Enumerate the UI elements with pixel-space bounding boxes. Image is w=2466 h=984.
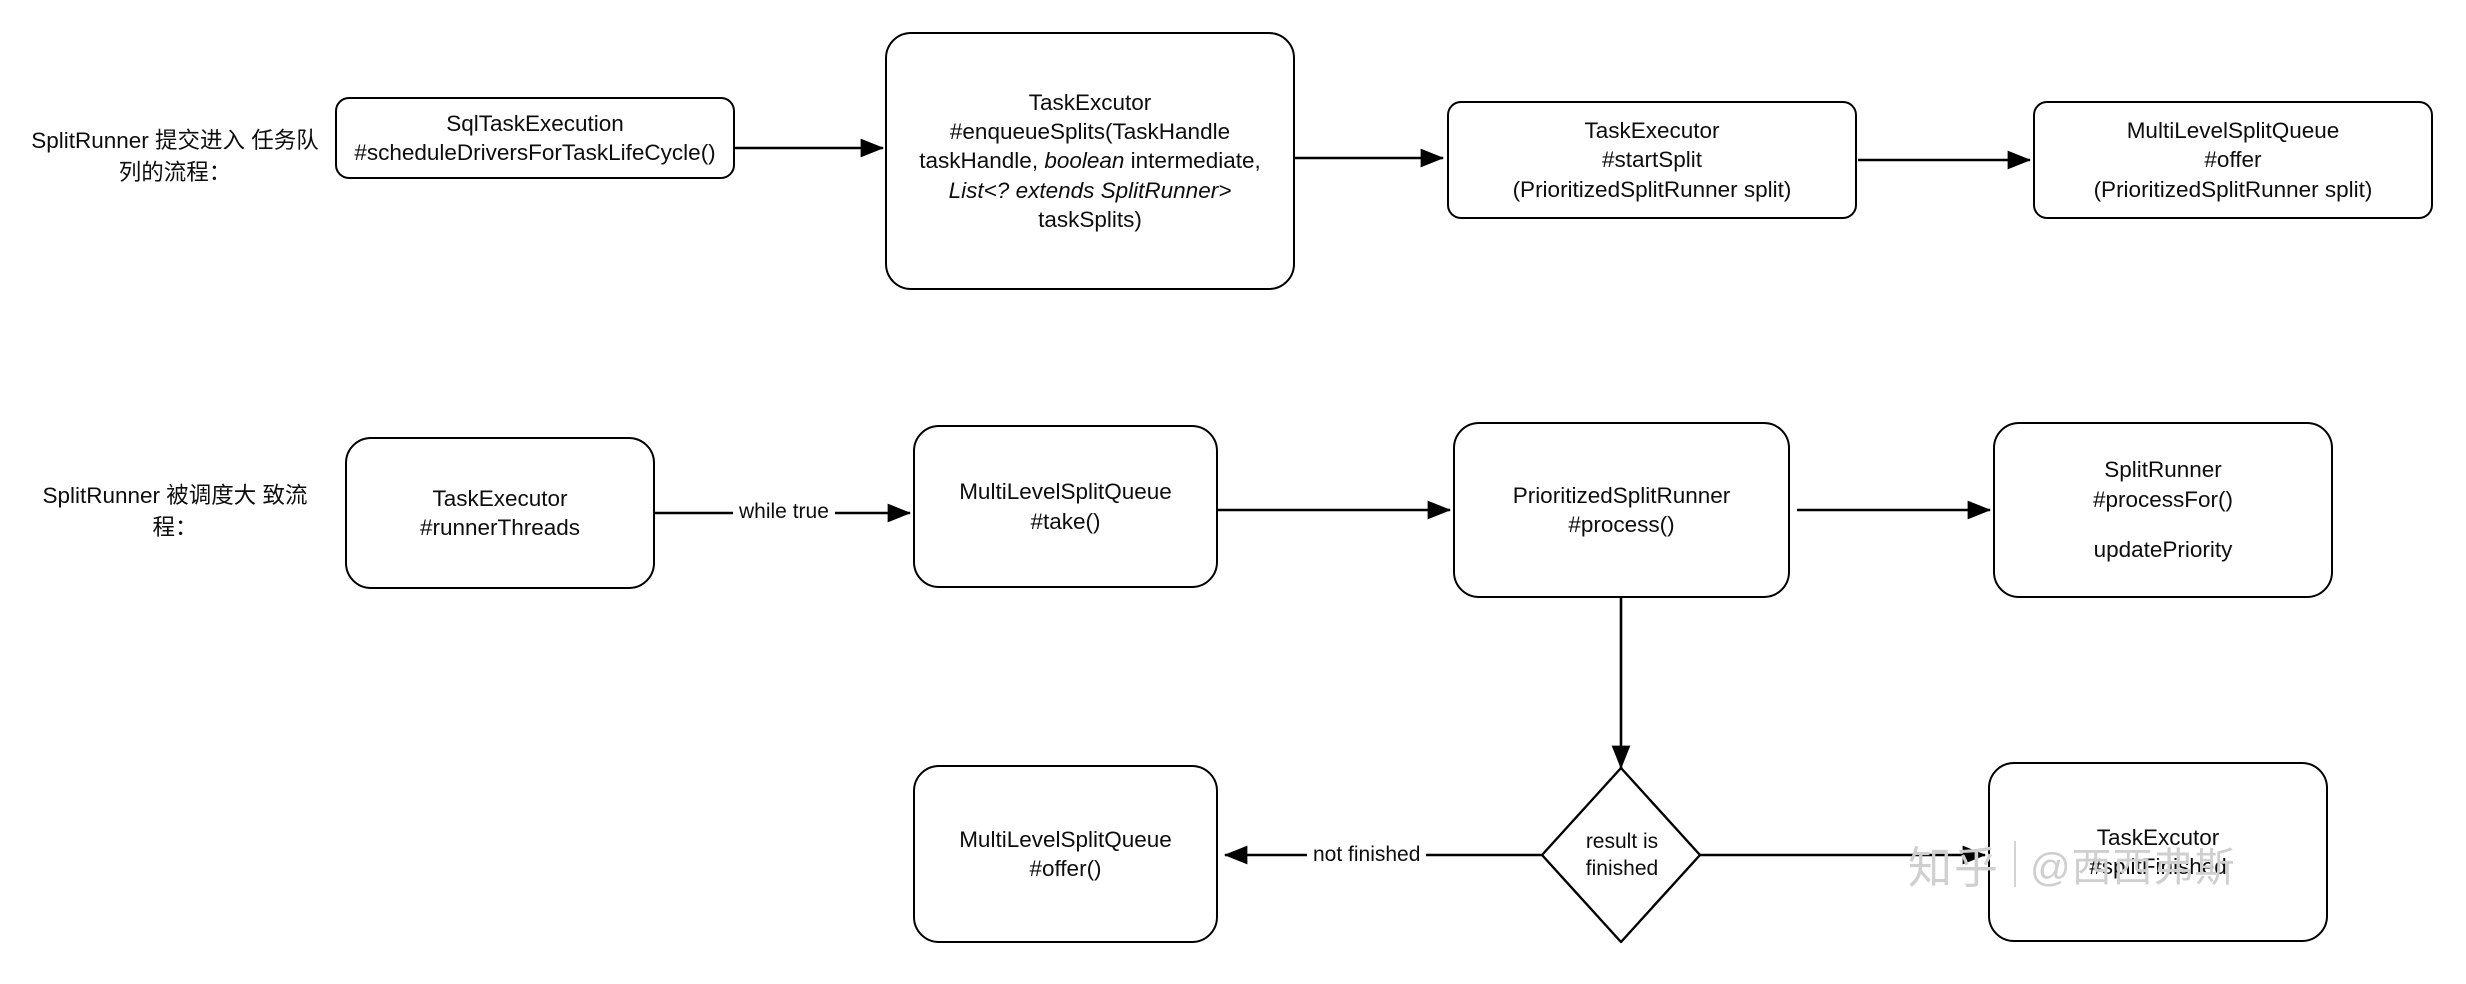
node-line: #scheduleDriversForTaskLifeCycle() (354, 140, 716, 165)
node-line: #runnerThreads (419, 515, 581, 540)
node-line: (PrioritizedSplitRunner split) (2093, 176, 2373, 202)
node-line: #process() (1568, 512, 1675, 537)
node-task-executor-runner-threads[interactable]: TaskExecutor #runnerThreads (345, 437, 655, 589)
node-line: finished (1585, 856, 1659, 880)
node-line-italic: List<? extends SplitRunner> (948, 177, 1232, 203)
node-line: MultiLevelSplitQueue (959, 479, 1172, 505)
diagram-canvas: SplitRunner 提交进入 任务队列的流程： SplitRunner 被调… (0, 0, 2466, 984)
row-label-submit-flow: SplitRunner 提交进入 任务队列的流程： (20, 125, 330, 189)
node-line: updatePriority (2093, 537, 2233, 563)
node-line: result is (1585, 830, 1659, 854)
watermark-logo: 知乎 (1908, 844, 2000, 893)
node-line: #offer() (1029, 856, 1102, 881)
node-line: #startSplit (1601, 147, 1703, 173)
node-line: MultiLevelSplitQueue (2126, 118, 2340, 144)
node-multilevel-split-queue-offer-bottom[interactable]: MultiLevelSplitQueue #offer() (913, 765, 1218, 943)
node-task-executor-enqueue-splits[interactable]: TaskExcutor #enqueueSplits(TaskHandle ta… (885, 32, 1295, 290)
row-label-line: SplitRunner 提交进入 (31, 128, 246, 153)
row-label-schedule-flow: SplitRunner 被调度大 致流程： (20, 480, 330, 544)
node-line: #enqueueSplits(TaskHandle (949, 119, 1231, 145)
node-text: intermediate, (1124, 148, 1261, 174)
node-prioritized-split-runner-process[interactable]: PrioritizedSplitRunner #process() (1453, 422, 1790, 598)
node-sql-task-execution[interactable]: SqlTaskExecution #scheduleDriversForTask… (335, 97, 735, 179)
edge-label-text: not finished (1313, 843, 1421, 866)
node-text-italic: boolean (1044, 148, 1125, 174)
node-split-runner-process-for[interactable]: SplitRunner #processFor() updatePriority (1993, 422, 2333, 598)
node-line: PrioritizedSplitRunner (1512, 482, 1731, 508)
watermark-username: @西西弗斯 (2030, 846, 2236, 890)
node-task-executor-start-split[interactable]: TaskExecutor #startSplit (PrioritizedSpl… (1447, 101, 1857, 219)
node-line-params: taskHandle, boolean intermediate, (919, 146, 1261, 175)
node-line: taskSplits) (1038, 206, 1142, 232)
node-line: TaskExecutor (1584, 118, 1720, 144)
node-line: MultiLevelSplitQueue (959, 826, 1172, 852)
edge-label-while-true: while true (733, 500, 835, 524)
node-line: TaskExecutor (432, 485, 568, 511)
edge-label-text: while true (739, 500, 829, 523)
node-line: (PrioritizedSplitRunner split) (1512, 176, 1792, 202)
node-line: TaskExcutor (1028, 89, 1152, 115)
row-label-line: SplitRunner 被调度大 (42, 483, 257, 508)
node-line: SplitRunner (2104, 457, 2222, 483)
node-decision-result-is-finished[interactable]: result is finished (1542, 768, 1702, 943)
edge-label-not-finished: not finished (1307, 843, 1427, 867)
watermark-separator (2014, 841, 2016, 887)
node-multilevel-split-queue-take[interactable]: MultiLevelSplitQueue #take() (913, 425, 1218, 588)
node-line: SqlTaskExecution (446, 110, 624, 136)
node-line: #offer (2204, 147, 2262, 173)
node-text: taskHandle, (919, 148, 1045, 174)
node-line: #processFor() (2092, 486, 2234, 512)
decision-label: result is finished (1542, 768, 1702, 943)
watermark: 知乎 @西西弗斯 (1908, 832, 2236, 896)
node-line: #take() (1030, 508, 1101, 534)
node-multilevel-split-queue-offer-top[interactable]: MultiLevelSplitQueue #offer (Prioritized… (2033, 101, 2433, 219)
